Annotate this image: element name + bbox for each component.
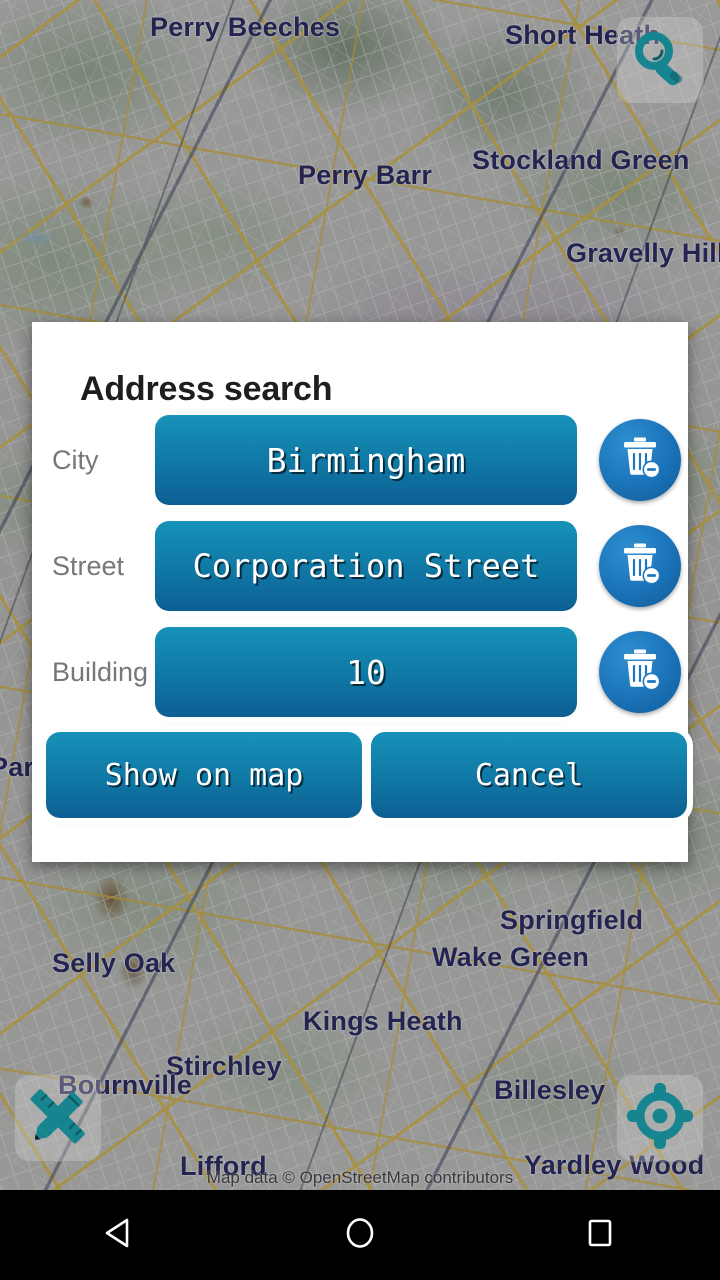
street-input-value: Corporation Street	[192, 547, 540, 585]
field-label-building: Building	[52, 657, 149, 687]
dialog-title: Address search	[80, 370, 333, 408]
map-attribution: Map data © OpenStreetMap contributors	[206, 1168, 514, 1187]
nav-home-button[interactable]	[300, 1190, 420, 1280]
field-row-building: Building 10	[32, 626, 688, 718]
cancel-label: Cancel	[474, 757, 584, 793]
cancel-button[interactable]: Cancel	[371, 732, 687, 818]
map-place-label: Wake Green	[432, 942, 590, 972]
map-place-label: Perry Beeches	[150, 12, 341, 42]
nav-back-button[interactable]	[60, 1190, 180, 1280]
map-place-label: Billesley	[494, 1075, 606, 1105]
trash-minus-icon	[615, 539, 665, 594]
city-input[interactable]: Birmingham	[155, 415, 577, 505]
map-place-label: Springfield	[500, 905, 644, 935]
nav-recents-button[interactable]	[540, 1190, 660, 1280]
field-label-street: Street	[52, 551, 125, 581]
recents-square-icon	[580, 1213, 620, 1258]
field-row-city: City Birmingham	[32, 414, 688, 506]
field-label-city: City	[52, 445, 99, 475]
show-on-map-label: Show on map	[104, 757, 304, 793]
address-search-dialog: Address search City Birmingham Street Co…	[32, 322, 688, 862]
clear-street-button[interactable]	[599, 525, 681, 607]
street-input[interactable]: Corporation Street	[155, 521, 577, 611]
search-map-button[interactable]	[616, 16, 704, 104]
map-place-label: Kings Heath	[303, 1006, 463, 1036]
home-circle-icon	[340, 1213, 380, 1258]
locate-button[interactable]	[616, 1074, 704, 1162]
map-place-label: Perry Barr	[298, 160, 433, 190]
building-input[interactable]: 10	[155, 627, 577, 717]
trash-minus-icon	[615, 433, 665, 488]
map-place-label: Stockland Green	[472, 145, 690, 175]
android-nav-bar	[0, 1190, 720, 1280]
field-row-street: Street Corporation Street	[32, 520, 688, 612]
clear-building-button[interactable]	[599, 631, 681, 713]
ruler-pencil-icon	[22, 1080, 94, 1157]
map-place-label: Gravelly Hill	[566, 238, 720, 268]
phone-screen: Perry Beeches Short Heath Perry Barr Stockl…	[0, 0, 720, 1280]
search-icon	[629, 27, 691, 94]
trash-minus-icon	[615, 645, 665, 700]
measure-button[interactable]	[14, 1074, 102, 1162]
city-input-value: Birmingham	[266, 440, 466, 480]
map-place-label: Selly Oak	[52, 948, 176, 978]
building-input-value: 10	[346, 652, 386, 692]
show-on-map-button[interactable]: Show on map	[46, 732, 362, 818]
crosshair-icon	[625, 1081, 695, 1156]
back-triangle-icon	[100, 1213, 140, 1258]
clear-city-button[interactable]	[599, 419, 681, 501]
